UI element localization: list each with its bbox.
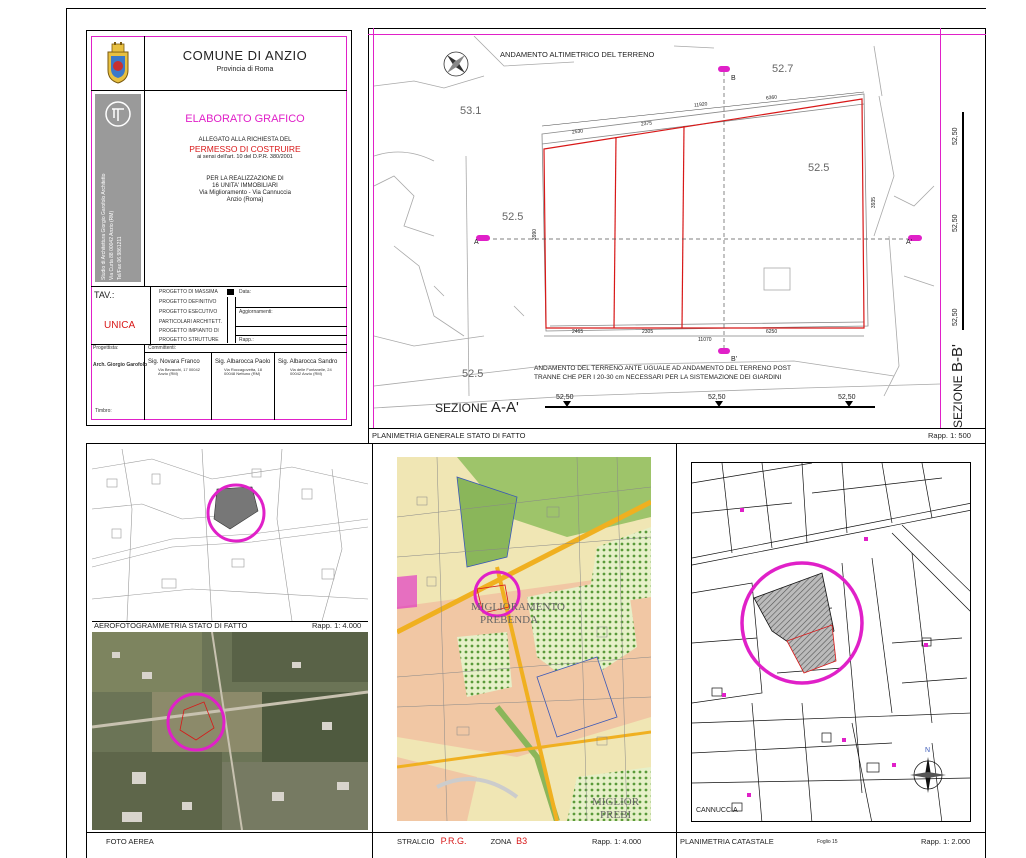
sezione-bb-line: [962, 112, 964, 330]
studio-logo: [103, 99, 133, 129]
dim-left: 3990: [532, 228, 539, 241]
catasto-foglio: Foglio 15: [817, 839, 838, 845]
prg-label-miglior: MIGLIOR: [592, 796, 640, 808]
prg-map: [397, 457, 651, 821]
elev-52-5-c: 52.5: [462, 368, 484, 380]
sheet-left-line: [66, 8, 67, 858]
marker-b-label: B: [731, 75, 736, 82]
planimetria-heading: ANDAMENTO ALTIMETRICO DEL TERRENO: [500, 50, 655, 59]
studio-text: Studio di Architettura Giorgio Garofolo …: [101, 173, 123, 280]
ai-sensi-text: ai sensi dell'art. 10 del D.P.R. 380/200…: [197, 154, 293, 160]
permesso-title: PERMESSO DI COSTRUIRE: [189, 144, 301, 154]
tav-value: UNICA: [104, 320, 136, 331]
sheet-top-line: [66, 8, 986, 9]
marker-a2-label: A': [906, 239, 913, 246]
elev-52-5-b: 52.5: [502, 211, 524, 223]
foto-aerea: [92, 632, 368, 830]
aerofoto-caption: AEROFOTOGRAMMETRIA STATO DI FATTO: [94, 621, 248, 630]
sezione-bb-title: SEZIONE B-B': [949, 344, 966, 428]
committenti-divider: [91, 344, 347, 345]
prg-label-prebi: PREBI: [600, 809, 632, 821]
prg-rapp: Rapp. 1: 4.000: [592, 837, 642, 846]
dim-bottom-1: 2465: [572, 329, 584, 335]
progettista-name: Arch. Giorgio Garofolo: [93, 362, 148, 368]
dim-bottom-2: 2305: [642, 329, 654, 335]
prg-label-prebenda: PREBENDA: [480, 614, 539, 626]
sezione-aa-line: [545, 406, 875, 408]
marker-b-bottom: [718, 348, 730, 354]
compass-icon: [443, 51, 469, 77]
committenti-label: Committenti:: [148, 345, 177, 351]
checkbox-col: [227, 297, 236, 343]
committenti-vertical: [144, 344, 145, 420]
marker-b-top: [718, 66, 730, 72]
elaborato-title: ELABORATO GRAFICO: [185, 113, 305, 125]
realizzazione-3: Via Miglioramento - Via Cannuccia: [199, 190, 291, 196]
dim-bottom-4: 11070: [698, 337, 712, 343]
comune-title: COMUNE DI ANZIO: [182, 48, 308, 63]
elev-53-1: 53.1: [460, 105, 482, 117]
committente-2: Sig. Albarocca Paolo: [215, 359, 271, 365]
committente-1: Sig. Novara Franco: [148, 359, 200, 365]
elev-52-7: 52.7: [772, 63, 794, 75]
catasto-street: CANNUCCIA: [696, 807, 738, 814]
committente-3: Sig. Albarocca Sandro: [278, 359, 338, 365]
marker-b2-label: B': [731, 356, 738, 363]
realizzazione-4: Anzio (Roma): [226, 197, 264, 203]
dim-bottom-3: 6250: [766, 329, 778, 335]
comune-logo: [104, 42, 132, 84]
realizzazione-1: PER LA REALIZZAZIONE DI: [206, 176, 284, 182]
data-label: Data:: [239, 289, 251, 295]
allegato-text: ALLEGATO ALLA RICHIESTA DEL: [198, 137, 292, 143]
foto-caption: FOTO AEREA: [106, 837, 154, 846]
planimetria-note-2: TRANNE CHE PER I 20-30 cm NECESSARI PER …: [534, 374, 782, 381]
elev-52-5-a: 52.5: [808, 162, 830, 174]
catasto-rapp: Rapp. 1: 2.000: [921, 837, 971, 846]
catasto-north: N: [925, 747, 931, 754]
progetti-list: PROGETTO DI MASSIMA PROGETTO DEFINITIVO …: [151, 287, 347, 344]
header-divider: [91, 90, 347, 91]
prg-caption: STRALCIO P.R.G. ZONA B3: [397, 836, 528, 846]
marker-a-label: A: [474, 239, 479, 246]
realizzazione-2: 16 UNITA' IMMOBILIARI: [212, 183, 278, 189]
aggiornamenti-label: Aggiornamenti:: [239, 309, 273, 315]
checkbox-massima: [227, 289, 234, 295]
rapp-label: Rapp.:: [239, 337, 254, 343]
catasto-caption: PLANIMETRIA CATASTALE: [680, 837, 774, 846]
planimetria-note-1: ANDAMENTO DEL TERRENO ANTE UGUALE AD AND…: [534, 365, 791, 372]
sezione-aa-title: SEZIONE A-A': [435, 399, 519, 416]
aerofoto-map: [92, 449, 368, 621]
timbro-label: Timbro:: [95, 408, 112, 414]
tav-label: TAV.:: [94, 290, 115, 300]
progettista-label: Progettista:: [93, 345, 119, 351]
planimetria-rapp: Rapp. 1: 500: [928, 431, 971, 440]
dim-right: 3935: [871, 196, 878, 209]
provincia: Provincia di Roma: [216, 66, 274, 73]
catasto-map: [691, 462, 971, 822]
prg-label-miglioramento: MIGLIORAMENTO: [471, 601, 565, 613]
aerofoto-rapp: Rapp. 1: 4.000: [312, 621, 362, 630]
planimetria-caption: PLANIMETRIA GENERALE STATO DI FATTO: [372, 431, 526, 440]
